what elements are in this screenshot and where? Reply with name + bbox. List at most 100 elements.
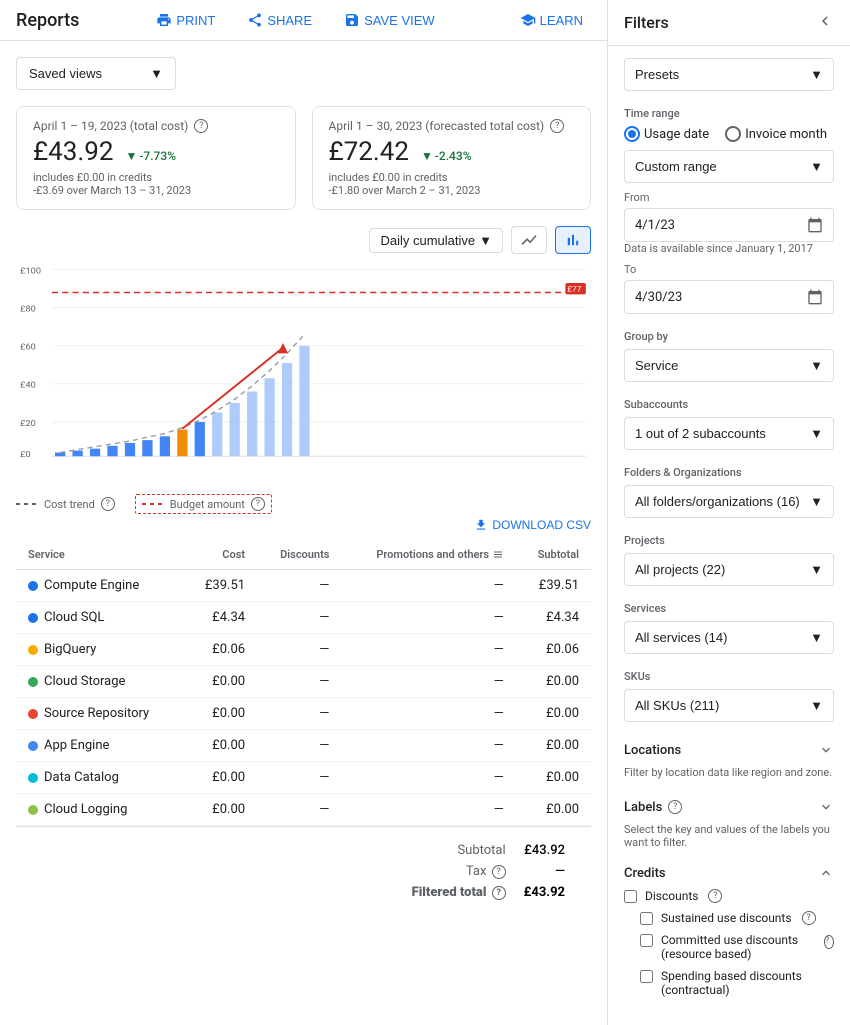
committed-use-checkbox[interactable] xyxy=(640,934,653,947)
usage-date-radio-icon xyxy=(624,126,640,142)
locations-collapsible[interactable]: Locations xyxy=(624,738,834,762)
custom-range-arrow-icon: ▼ xyxy=(810,159,823,174)
share-label: SHARE xyxy=(267,13,312,28)
line-chart-button[interactable] xyxy=(511,226,547,254)
sort-icon[interactable] xyxy=(492,549,504,561)
discounts-checkbox[interactable] xyxy=(624,890,637,903)
page-title: Reports xyxy=(16,10,79,31)
presets-section: Presets ▼ xyxy=(624,58,834,91)
bar-chart-icon xyxy=(564,231,582,249)
labels-hint: Select the key and values of the labels … xyxy=(624,823,834,849)
budget-amount-legend: Budget amount ? xyxy=(135,494,272,514)
folders-label: Folders & Organizations xyxy=(624,466,834,479)
svg-text:£20: £20 xyxy=(20,419,36,429)
group-by-label: Group by xyxy=(624,330,834,343)
dropdown-arrow-icon: ▼ xyxy=(150,66,163,81)
chart-type-dropdown[interactable]: Daily cumulative ▼ xyxy=(369,228,503,253)
discounts-help-icon[interactable]: ? xyxy=(708,889,722,903)
table-row: Source Repository £0.00 — — £0.00 xyxy=(16,698,591,730)
line-chart-icon xyxy=(520,231,538,249)
totals-section: Subtotal £43.92 Tax ? — Filtered total ?… xyxy=(16,826,591,916)
svg-text:£77: £77 xyxy=(567,285,582,294)
svg-text:£0: £0 xyxy=(20,451,31,461)
service-name-1: Cloud SQL xyxy=(44,610,104,625)
discounts-cell-6: — xyxy=(257,762,341,794)
download-csv-button[interactable]: DOWNLOAD CSV xyxy=(474,518,591,532)
usage-date-label: Usage date xyxy=(644,127,709,142)
service-name-7: Cloud Logging xyxy=(44,802,127,817)
promotions-cell-5: — xyxy=(341,730,515,762)
invoice-month-radio[interactable]: Invoice month xyxy=(725,126,827,142)
service-name-4: Source Repository xyxy=(44,706,149,721)
projects-dropdown[interactable]: All projects (22) ▼ xyxy=(624,553,834,586)
svg-text:Apr 30: Apr 30 xyxy=(293,461,317,462)
committed-help-icon[interactable]: ? xyxy=(824,935,834,949)
saved-views-dropdown[interactable]: Saved views ▼ xyxy=(16,57,176,90)
labels-help-icon[interactable]: ? xyxy=(668,800,682,814)
usage-date-radio[interactable]: Usage date xyxy=(624,126,709,142)
svg-text:£40: £40 xyxy=(20,381,36,391)
filters-content: Presets ▼ Time range Usage date Invoice … xyxy=(608,46,850,1025)
filters-header: Filters xyxy=(608,0,850,46)
sustained-use-checkbox[interactable] xyxy=(640,912,653,925)
custom-range-dropdown[interactable]: Custom range ▼ xyxy=(624,150,834,183)
services-value: All services (14) xyxy=(635,630,727,645)
group-by-dropdown[interactable]: Service ▼ xyxy=(624,349,834,382)
projects-section: Projects All projects (22) ▼ xyxy=(624,534,834,586)
header: Reports PRINT SHARE SAVE VIEW LEARN xyxy=(0,0,607,41)
collapse-filters-button[interactable] xyxy=(816,12,834,33)
service-cell-5: App Engine xyxy=(16,730,183,762)
bar-chart-button[interactable] xyxy=(555,226,591,254)
share-icon xyxy=(247,12,263,28)
promotions-cell-2: — xyxy=(341,634,515,666)
service-cell-3: Cloud Storage xyxy=(16,666,183,698)
service-dot-3 xyxy=(28,677,38,687)
credits-section: Credits Discounts ? Sustained use discou… xyxy=(624,865,834,997)
from-date-input[interactable]: 4/1/23 xyxy=(624,208,834,242)
subtotal-label: Subtotal xyxy=(404,841,514,860)
summary-card-2-help-icon[interactable]: ? xyxy=(550,119,564,133)
subaccounts-dropdown[interactable]: 1 out of 2 subaccounts ▼ xyxy=(624,417,834,450)
summary-card-2-change: ▼ -2.43% xyxy=(421,149,472,163)
labels-section: Labels ? Select the key and values of th… xyxy=(624,795,834,849)
subtotal-cell-4: £0.00 xyxy=(516,698,591,730)
sustained-help-icon[interactable]: ? xyxy=(802,911,816,925)
learn-button[interactable]: LEARN xyxy=(512,8,591,32)
chart-controls: Daily cumulative ▼ xyxy=(16,226,591,254)
cost-cell-1: £4.34 xyxy=(183,602,257,634)
date-hint: Data is available since January 1, 2017 xyxy=(624,242,834,255)
services-dropdown[interactable]: All services (14) ▼ xyxy=(624,621,834,654)
labels-collapsible[interactable]: Labels ? xyxy=(624,795,834,819)
from-label: From xyxy=(624,191,834,204)
table-header-row: Service Cost Discounts Promotions and ot… xyxy=(16,540,591,570)
print-button[interactable]: PRINT xyxy=(148,8,223,32)
to-date-input[interactable]: 4/30/23 xyxy=(624,280,834,314)
table-row: BigQuery £0.06 — — £0.06 xyxy=(16,634,591,666)
tax-help-icon[interactable]: ? xyxy=(492,865,506,879)
skus-dropdown[interactable]: All SKUs (211) ▼ xyxy=(624,689,834,722)
budget-help-icon[interactable]: ? xyxy=(251,497,265,511)
to-section: To 4/30/23 xyxy=(624,263,834,314)
save-view-button[interactable]: SAVE VIEW xyxy=(336,8,443,32)
chart-type-arrow-icon: ▼ xyxy=(479,233,492,248)
time-range-radio-group: Usage date Invoice month xyxy=(624,126,834,142)
spending-based-checkbox-item: Spending based discounts (contractual) xyxy=(640,969,834,997)
folders-dropdown[interactable]: All folders/organizations (16) ▼ xyxy=(624,485,834,518)
time-range-label: Time range xyxy=(624,107,834,120)
cost-cell-6: £0.00 xyxy=(183,762,257,794)
credits-collapse-icon[interactable] xyxy=(818,865,834,881)
promotions-cell-6: — xyxy=(341,762,515,794)
svg-text:£100: £100 xyxy=(20,267,41,277)
cost-trend-help-icon[interactable]: ? xyxy=(101,497,115,511)
summary-card-1-help-icon[interactable]: ? xyxy=(194,119,208,133)
share-button[interactable]: SHARE xyxy=(239,8,320,32)
service-cell-0: Compute Engine xyxy=(16,570,183,602)
calendar-to-icon xyxy=(807,289,823,305)
cost-trend-dash-icon xyxy=(16,503,40,505)
presets-dropdown[interactable]: Presets ▼ xyxy=(624,58,834,91)
filtered-total-help-icon[interactable]: ? xyxy=(492,886,506,900)
promotions-cell-0: — xyxy=(341,570,515,602)
download-row: DOWNLOAD CSV xyxy=(16,518,591,532)
group-by-section: Group by Service ▼ xyxy=(624,330,834,382)
spending-based-checkbox[interactable] xyxy=(640,970,653,983)
